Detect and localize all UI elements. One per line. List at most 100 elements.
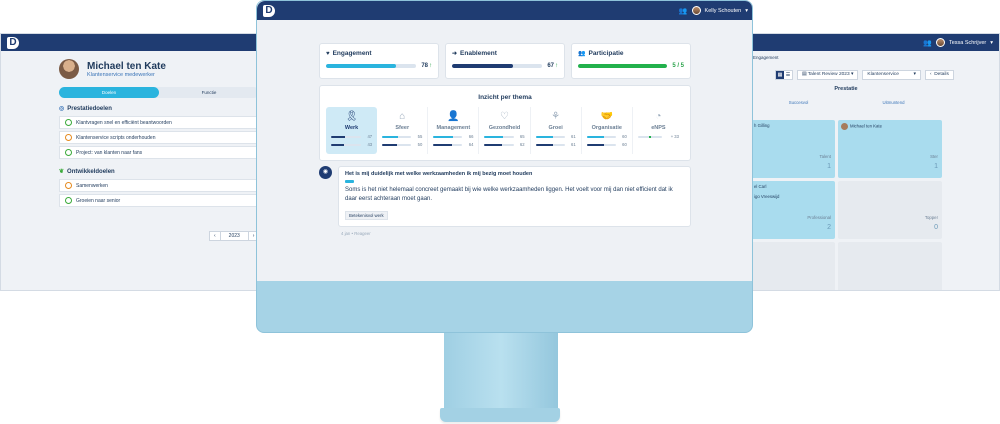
department-select-value: Klantenservice [867, 72, 899, 77]
theme-gezondheid[interactable]: ♡ Gezondheid 65 62 [479, 107, 531, 154]
metric-card[interactable]: 👥 Participatie 5 / 5 [571, 43, 691, 79]
score-fill [433, 135, 453, 138]
theme-groei[interactable]: ⚘ Groei 61 61 [531, 107, 582, 154]
score-fill [331, 135, 346, 138]
target-icon: ◎ [59, 106, 65, 112]
nine-box-grid: h Gilling 1 Talent Michael ten Kate 1 Ster el … [751, 120, 942, 290]
metric-card[interactable]: ♥ Engagement 78 ↑ [319, 43, 439, 79]
score-fill [484, 143, 503, 146]
goal-label: Groeien naar senior [76, 197, 121, 204]
theme-organisatie[interactable]: 🤝 Organisatie 60 60 [582, 107, 633, 154]
breadcrumb[interactable]: Engagement [751, 51, 999, 60]
score-track [484, 143, 514, 146]
profile-header: Michael ten Kate Klantenservice medewerk… [1, 51, 257, 79]
grid-cell[interactable]: h Gilling 1 Talent [751, 120, 835, 178]
metric-track [578, 64, 668, 68]
tab-functie[interactable]: Functie [159, 87, 257, 98]
score-value: 60 [622, 142, 627, 147]
comment-meta[interactable]: 4 jan • Reageer [341, 231, 691, 236]
grid-cell[interactable]: Specialist [838, 242, 942, 290]
theme-management[interactable]: 👤 Management 66 64 [428, 107, 480, 154]
sprout-icon: ❦ [59, 169, 65, 175]
score-value: 61 [571, 142, 576, 147]
people-count: 2 [827, 224, 831, 231]
chevron-down-icon: ▾ [990, 39, 993, 46]
user-name: Kelly Schouten [704, 7, 742, 14]
comment-card[interactable]: Het is mij duidelijk met welke werkzaamh… [338, 166, 691, 227]
department-select[interactable]: Klantenservice ▾ [862, 70, 921, 80]
grid-cell[interactable]: Michael ten Kate 1 Ster [838, 120, 942, 178]
enps-row: + 33 [637, 134, 679, 139]
profile-role: Klantenservice medewerker [87, 71, 155, 78]
home-icon: ⌂ [399, 111, 406, 122]
grid-cell[interactable]: Gemiddelde medewerker [751, 242, 835, 290]
theme-name: Werk [344, 125, 359, 131]
metric-value: 5 / 5 [672, 63, 684, 69]
theme-enps[interactable]: ◔ eNPS + 33 [633, 107, 684, 154]
score-value: 47 [367, 134, 373, 139]
review-select[interactable]: ▤ Talent Review 2023 ▾ [797, 70, 859, 80]
metric-title-row: 👥 Participatie [578, 50, 684, 57]
cell-label: Professional [807, 215, 831, 220]
grid-columns: Succesvol Uitmuntend [751, 92, 941, 105]
smiley-icon [65, 134, 72, 141]
score-fill [433, 143, 452, 146]
metric-title-row: ➜ Enablement [452, 50, 558, 57]
score-track [331, 135, 362, 138]
score-fill [535, 143, 554, 146]
goal-row[interactable]: Groeien naar senior [59, 194, 257, 207]
user-menu[interactable]: 👥 Tessa Schrijver ▾ [923, 38, 993, 47]
cell-label: Ster [930, 154, 938, 159]
comment-tag[interactable]: Betekenisvol werk [345, 211, 388, 220]
section-ontwikkeldoelen: ❦ Ontwikkeldoelen [1, 161, 257, 179]
comment-question: Het is mij duidelijk met welke werkzaamh… [345, 171, 533, 177]
theme-werk[interactable]: 🎗 Werk 47 43 [326, 107, 378, 154]
score-fill [586, 135, 605, 138]
people-icon[interactable]: 👥 [923, 39, 932, 47]
goal-row[interactable]: Klantvragen snel en efficiënt beantwoord… [59, 116, 257, 129]
review-select-value: Talent Review 2023 [807, 72, 850, 77]
metric-title: Engagement [332, 50, 372, 57]
metric-card[interactable]: ➜ Enablement 67 ↑ [445, 43, 565, 79]
list-view-icon[interactable]: ☰ [784, 71, 792, 79]
metric-fill [326, 64, 397, 68]
monitor-stand [444, 333, 558, 411]
eye-off-icon: ◉ [319, 166, 332, 179]
theme-score-row: 47 [331, 134, 372, 139]
goal-label: Klantenservice scripts onderhouden [76, 134, 156, 141]
user-menu[interactable]: 👥 Kelly Schouten ▾ [679, 6, 748, 15]
grid-cell[interactable]: 0 Topper [838, 181, 942, 239]
chevron-left-icon[interactable]: ‹ [210, 232, 220, 240]
smiley-icon [65, 182, 72, 189]
metric-title: Enablement [460, 50, 497, 57]
metric-title-row: ♥ Engagement [326, 50, 432, 57]
metric-value: 78 ↑ [421, 63, 432, 69]
score-track [586, 143, 616, 146]
goal-row[interactable]: Klantenservice scripts onderhouden [59, 131, 257, 144]
section-title: Ontwikkeldoelen [67, 168, 115, 175]
app-logo[interactable]: D [7, 36, 19, 49]
theme-name: Organisatie [591, 125, 622, 131]
grid-view-icon[interactable]: ▦ [776, 71, 784, 79]
goal-row[interactable]: Project: van klanten naar fans [59, 146, 257, 159]
view-toggle: ▦ ☰ [775, 70, 793, 80]
score-value: 55 [417, 134, 423, 139]
goal-row[interactable]: Samenwerken [59, 179, 257, 192]
grid-cell[interactable]: el Carl igo Vreeswijd 2 Professional [751, 181, 835, 239]
people-count: 1 [934, 163, 938, 170]
theme-sfeer[interactable]: ⌂ Sfeer 55 50 [377, 107, 429, 154]
profile-name: Michael ten Kate [87, 60, 166, 72]
score-fill [586, 143, 605, 146]
app-logo[interactable]: D [263, 4, 275, 17]
column-label: Succesvol [788, 100, 809, 105]
score-value: 65 [519, 134, 525, 139]
details-button[interactable]: ‹ Details [924, 70, 954, 80]
chevron-down-icon: ▾ [745, 7, 748, 14]
year-value[interactable]: 2023 [219, 232, 249, 240]
metric-track [452, 64, 543, 68]
theme-score-row: 61 [535, 142, 576, 147]
people-icon[interactable]: 👥 [679, 7, 688, 15]
theme-name: Gezondheid [488, 125, 521, 131]
theme-score-row: 62 [484, 142, 525, 147]
tab-doelen[interactable]: Doelen [59, 87, 159, 98]
